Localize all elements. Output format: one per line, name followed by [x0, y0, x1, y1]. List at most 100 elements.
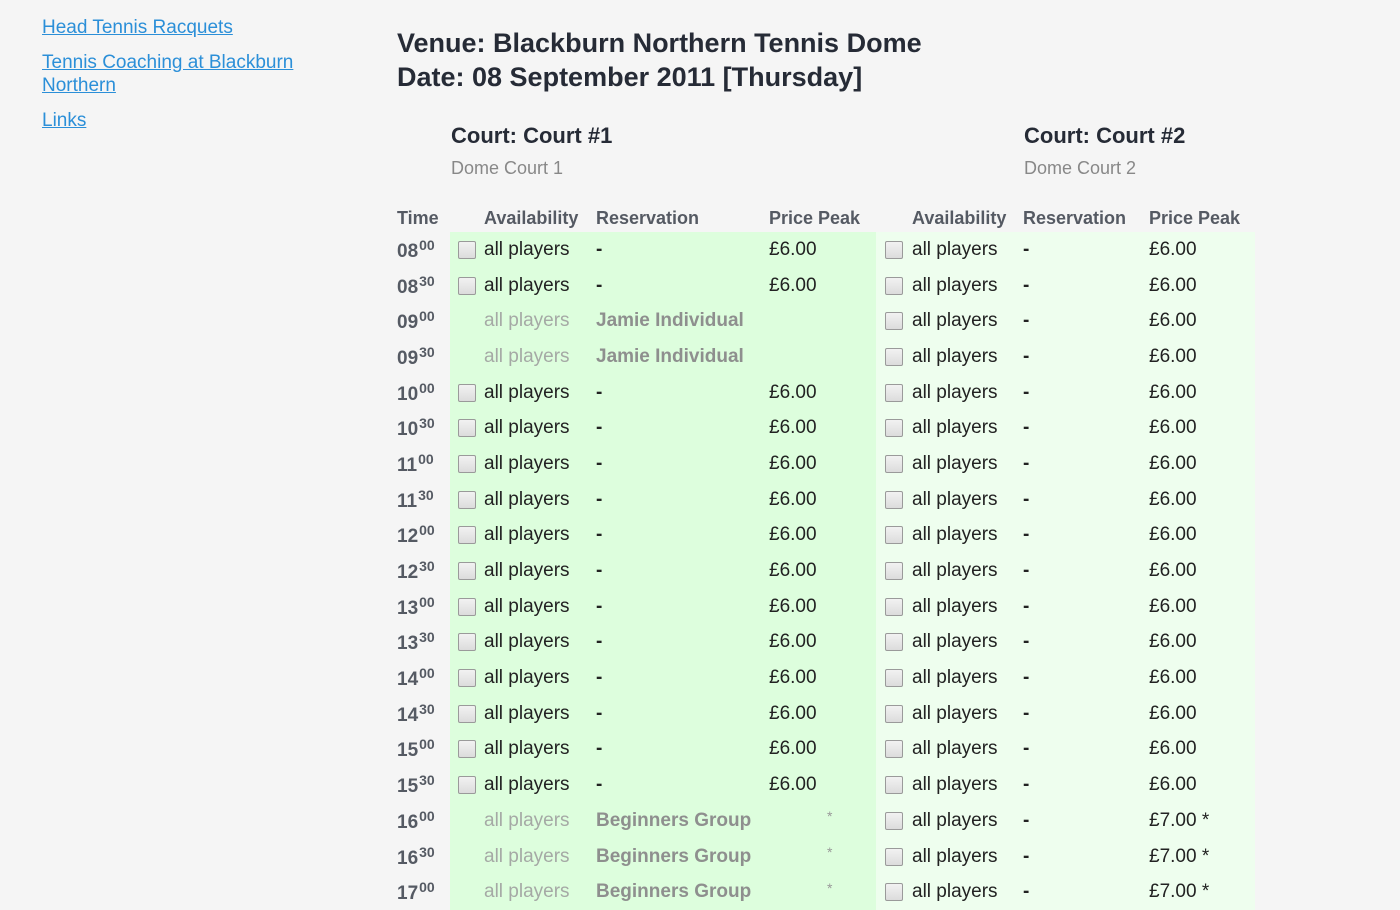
- court-1-availability: all players: [484, 410, 596, 447]
- court-2-price: £6.00: [1149, 446, 1255, 482]
- court-2-select-cell: [876, 660, 912, 696]
- court-2-slot-checkbox[interactable]: [885, 347, 903, 366]
- court-2-slot-checkbox[interactable]: [885, 811, 903, 830]
- col-c1-reservation: Reservation: [596, 207, 700, 228]
- link-tennis-coaching[interactable]: Tennis Coaching at Blackburn Northern: [42, 51, 332, 97]
- court-1-slot-checkbox[interactable]: [458, 454, 476, 473]
- slot-minute: 30: [419, 343, 435, 360]
- slot-time: 1500: [397, 732, 450, 768]
- time-slot-row: 0900 all players Jamie Individual all playe…: [397, 303, 1255, 340]
- court-1-select-cell: [450, 695, 484, 732]
- court-2-slot-checkbox[interactable]: [885, 312, 903, 331]
- court-1-price: £6.00: [769, 374, 876, 411]
- court-2-slot-checkbox[interactable]: [885, 776, 903, 795]
- court-2-description: Dome Court 2: [1024, 158, 1137, 178]
- court-2-select-cell: [876, 553, 912, 589]
- court-2-price: £7.00 *: [1149, 874, 1255, 910]
- slot-hour: 15: [397, 740, 419, 762]
- court-1-reservation: -: [596, 624, 769, 661]
- date-title: Date: 08 September 2011 [Thursday]: [397, 62, 863, 92]
- court-2-slot-checkbox[interactable]: [885, 276, 903, 295]
- slot-hour: 14: [397, 704, 419, 726]
- court-1-price: *: [769, 838, 876, 875]
- court-1-slot-checkbox[interactable]: [458, 240, 476, 259]
- col-c1-price-peak: Price Peak: [769, 207, 861, 228]
- court-1-select-cell: [450, 838, 484, 875]
- court-2-slot-checkbox[interactable]: [885, 597, 903, 616]
- court-1-select-cell: [450, 446, 484, 482]
- court-1-select-cell: [450, 374, 484, 411]
- link-links[interactable]: Links: [42, 109, 332, 132]
- court-2-availability: all players: [912, 803, 1023, 839]
- court-2-reservation: -: [1023, 874, 1149, 910]
- slot-time: 1400: [397, 660, 450, 696]
- slot-time: 1300: [397, 589, 450, 625]
- time-slot-row: 0930 all players Jamie Individual all playe…: [397, 339, 1255, 375]
- court-1-price: £6.00: [769, 232, 876, 268]
- slot-time: 1430: [397, 696, 450, 732]
- court-2-slot-checkbox[interactable]: [885, 883, 903, 902]
- court-1-slot-checkbox[interactable]: [458, 490, 476, 509]
- court-2-slot-checkbox[interactable]: [885, 847, 903, 866]
- court-2-slot-checkbox[interactable]: [885, 562, 903, 581]
- court-1-slot-checkbox[interactable]: [458, 776, 476, 795]
- court-2-slot-checkbox[interactable]: [885, 740, 903, 759]
- court-1-slot-checkbox[interactable]: [458, 276, 476, 295]
- court-1-price: £6.00: [769, 767, 876, 803]
- court-1-slot-checkbox[interactable]: [458, 562, 476, 581]
- court-1-price: *: [769, 874, 876, 910]
- court-1-slot-checkbox[interactable]: [458, 633, 476, 652]
- court-1-availability: all players: [484, 232, 596, 268]
- court-2-slot-checkbox[interactable]: [885, 240, 903, 259]
- col-c1-spacer: [450, 204, 484, 232]
- court-2-reservation: -: [1023, 624, 1149, 661]
- court-2-slot-checkbox[interactable]: [885, 454, 903, 473]
- time-slot-row: 1430 all players - £6.00 all players - £6.00: [397, 695, 1255, 732]
- court-2-slot-checkbox[interactable]: [885, 633, 903, 652]
- court-1-slot-checkbox[interactable]: [458, 526, 476, 545]
- slot-time: 1200: [397, 518, 450, 554]
- time-slot-row: 1100 all players - £6.00 all players - £6.00: [397, 446, 1255, 482]
- court-2-slot-checkbox[interactable]: [885, 490, 903, 509]
- slot-time: 1630: [397, 839, 450, 875]
- col-c2-price-peak: Price Peak: [1149, 207, 1241, 228]
- court-2-slot-checkbox[interactable]: [885, 526, 903, 545]
- link-head-tennis-racquets[interactable]: Head Tennis Racquets: [42, 16, 332, 39]
- court-1-slot-checkbox[interactable]: [458, 383, 476, 402]
- court-1-price: £6.00: [769, 481, 876, 518]
- slot-hour: 11: [397, 454, 418, 476]
- court-2-select-cell: [876, 232, 912, 268]
- court-2-select-cell: [876, 588, 912, 625]
- col-c2-availability: Availability: [912, 207, 1007, 228]
- slot-minute: 00: [419, 665, 435, 682]
- slot-minute: 30: [418, 486, 434, 503]
- court-1-select-cell: [450, 803, 484, 839]
- court-1-select-cell: [450, 588, 484, 625]
- court-2-select-cell: [876, 731, 912, 768]
- court-1-select-cell: [450, 624, 484, 661]
- venue-title: Venue: Blackburn Northern Tennis Dome: [397, 28, 922, 58]
- slot-minute: 30: [419, 629, 435, 646]
- court-2-slot-checkbox[interactable]: [885, 669, 903, 688]
- court-2-slot-checkbox[interactable]: [885, 704, 903, 723]
- court-1-slot-checkbox[interactable]: [458, 704, 476, 723]
- court-2-slot-checkbox[interactable]: [885, 419, 903, 438]
- court-1-reservation: -: [596, 374, 769, 411]
- court-2-availability: all players: [912, 767, 1023, 803]
- court-1-price: £6.00: [769, 410, 876, 447]
- court-2-slot-checkbox[interactable]: [885, 383, 903, 402]
- court-1-price: *: [769, 803, 876, 839]
- slot-time: 0830: [397, 268, 450, 304]
- court-2-select-cell: [876, 446, 912, 482]
- court-1-availability: all players: [484, 303, 596, 340]
- court-2-price: £6.00: [1149, 267, 1255, 304]
- court-2-availability: all players: [912, 874, 1023, 910]
- court-1-title: Court: Court #1: [451, 123, 613, 148]
- court-2-price: £6.00: [1149, 553, 1255, 589]
- court-1-slot-checkbox[interactable]: [458, 597, 476, 616]
- court-1-slot-checkbox[interactable]: [458, 669, 476, 688]
- court-1-slot-checkbox[interactable]: [458, 419, 476, 438]
- court-1-availability: all players: [484, 481, 596, 518]
- court-2-availability: all players: [912, 731, 1023, 768]
- court-1-slot-checkbox[interactable]: [458, 740, 476, 759]
